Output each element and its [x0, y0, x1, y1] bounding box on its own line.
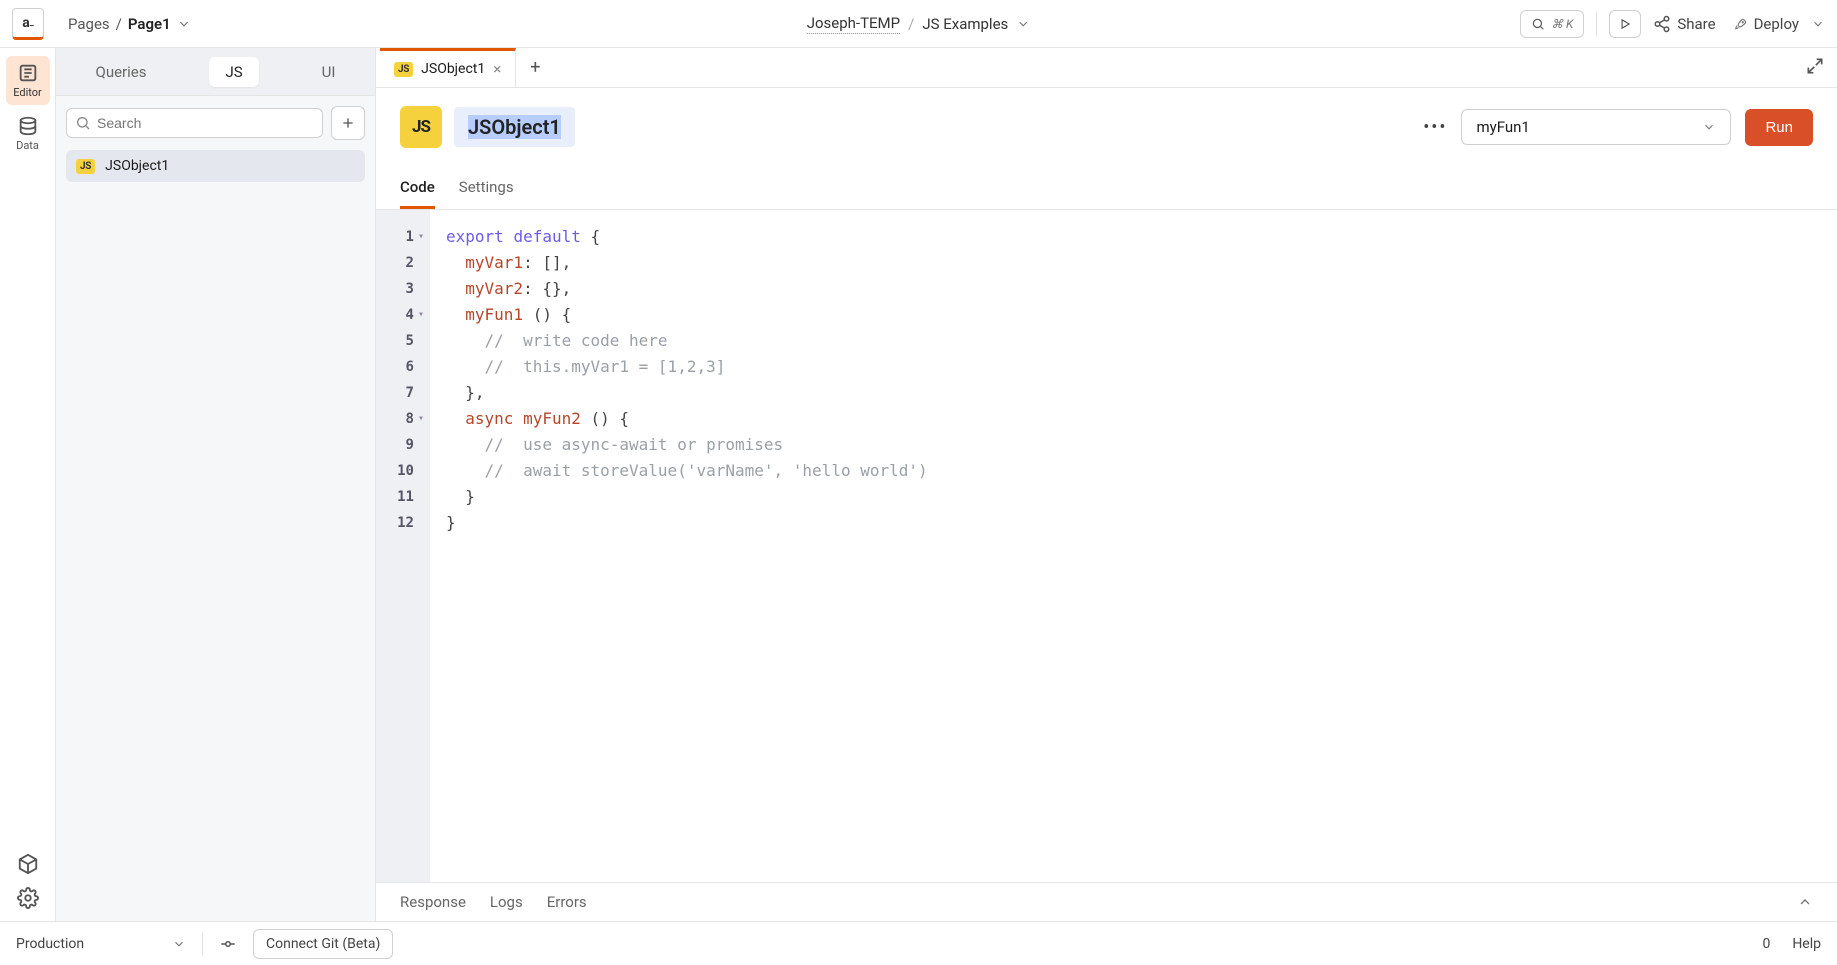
search-icon — [1531, 17, 1545, 31]
database-icon — [17, 115, 39, 137]
segment-js[interactable]: JS — [209, 57, 258, 87]
sidebar-panel: Queries JS UI JS JSObject1 — [56, 48, 376, 921]
divider — [202, 932, 203, 956]
search-box[interactable] — [66, 108, 323, 138]
code-gutter: 1▾2▾3▾4▾5▾6▾7▾8▾9▾10▾11▾12▾ — [376, 210, 430, 882]
preview-button[interactable] — [1609, 10, 1641, 38]
code-body[interactable]: export default { myVar1: [], myVar2: {},… — [430, 210, 944, 882]
editor-icon — [17, 62, 39, 84]
object-header: JS JSObject1 ••• myFun1 Run — [376, 88, 1837, 158]
chevron-up-icon[interactable] — [1797, 894, 1813, 910]
left-rail: Editor Data — [0, 48, 56, 921]
editor-tab[interactable]: JS JSObject1 × — [380, 48, 516, 87]
chevron-down-icon[interactable] — [1016, 17, 1030, 31]
rail-data-label: Data — [16, 139, 39, 152]
error-count[interactable]: 0 — [1756, 936, 1770, 952]
object-name-input[interactable]: JSObject1 — [454, 107, 575, 147]
breadcrumb-sep-2: / — [908, 15, 914, 33]
chevron-down-icon[interactable] — [177, 17, 191, 31]
bottom-panel: Response Logs Errors — [376, 882, 1837, 921]
status-bar: Production Connect Git (Beta) 0 Help — [0, 921, 1837, 965]
app-breadcrumb[interactable]: Joseph-TEMP / JS Examples — [807, 14, 1031, 34]
rail-editor-label: Editor — [13, 86, 42, 99]
error-count-value: 0 — [1762, 936, 1770, 952]
rail-tab-editor[interactable]: Editor — [6, 56, 50, 105]
divider — [1596, 12, 1597, 36]
share-label: Share — [1677, 15, 1715, 33]
bottom-tab-response[interactable]: Response — [400, 893, 466, 911]
function-selected-label: myFun1 — [1476, 118, 1529, 136]
connect-git-label: Connect Git (Beta) — [266, 936, 380, 952]
omnibar-button[interactable]: ⌘ K — [1520, 10, 1584, 38]
js-object-list: JS JSObject1 — [56, 150, 375, 182]
code-editor[interactable]: 1▾2▾3▾4▾5▾6▾7▾8▾9▾10▾11▾12▾ export defau… — [376, 210, 1837, 882]
js-badge-icon: JS — [394, 62, 413, 77]
git-commit-icon[interactable] — [219, 935, 237, 953]
rocket-icon — [1734, 17, 1748, 31]
sidebar-segment: Queries JS UI — [56, 48, 375, 96]
deploy-button[interactable]: Deploy — [1728, 15, 1825, 33]
object-subtabs: Code Settings — [376, 168, 1837, 210]
breadcrumb-sep: / — [116, 15, 122, 33]
environment-label: Production — [16, 936, 84, 952]
workspace-name[interactable]: Joseph-TEMP — [807, 14, 900, 34]
breadcrumb-page[interactable]: Page1 — [128, 15, 171, 33]
chevron-down-icon[interactable] — [1811, 17, 1825, 31]
subtab-code[interactable]: Code — [400, 168, 435, 209]
help-button[interactable]: Help — [1786, 936, 1821, 952]
segment-queries[interactable]: Queries — [80, 57, 163, 87]
chevron-down-icon — [172, 937, 186, 951]
environment-select[interactable]: Production — [16, 936, 186, 952]
maximize-icon[interactable] — [1805, 56, 1825, 76]
plus-icon — [340, 115, 356, 131]
bottom-tab-errors[interactable]: Errors — [547, 893, 587, 911]
gear-icon[interactable] — [17, 887, 39, 909]
share-button[interactable]: Share — [1653, 15, 1715, 33]
subtab-settings[interactable]: Settings — [459, 168, 514, 209]
app-logo[interactable]: a_ — [12, 8, 44, 40]
bottom-tab-logs[interactable]: Logs — [490, 893, 523, 911]
top-right-controls: ⌘ K Share Deploy — [1520, 10, 1825, 38]
list-item[interactable]: JS JSObject1 — [66, 150, 365, 182]
share-icon — [1653, 15, 1671, 33]
add-tab-button[interactable]: + — [516, 57, 554, 78]
omnibar-shortcut: ⌘ K — [1551, 17, 1573, 31]
help-label: Help — [1792, 936, 1821, 952]
breadcrumb-root[interactable]: Pages — [68, 15, 110, 33]
app-name[interactable]: JS Examples — [922, 15, 1008, 33]
deploy-label: Deploy — [1754, 15, 1799, 33]
close-icon[interactable]: × — [493, 60, 501, 78]
top-bar: a_ Pages / Page1 Joseph-TEMP / JS Exampl… — [0, 0, 1837, 48]
connect-git-button[interactable]: Connect Git (Beta) — [253, 929, 393, 959]
rail-tab-data[interactable]: Data — [6, 109, 50, 158]
list-item-label: JSObject1 — [105, 158, 169, 174]
breadcrumb[interactable]: Pages / Page1 — [68, 15, 191, 33]
function-select[interactable]: myFun1 — [1461, 109, 1731, 145]
more-menu-button[interactable]: ••• — [1423, 117, 1447, 138]
js-badge-icon: JS — [76, 159, 95, 174]
play-icon — [1618, 17, 1632, 31]
js-object-icon: JS — [400, 106, 442, 148]
add-js-button[interactable] — [331, 106, 365, 140]
search-input[interactable] — [97, 115, 314, 131]
editor-tabs: JS JSObject1 × + — [376, 48, 1837, 88]
segment-ui[interactable]: UI — [306, 57, 352, 87]
editor-tab-label: JSObject1 — [421, 61, 485, 77]
editor-area: JS JSObject1 × + JS JSObject1 ••• myFun1… — [376, 48, 1837, 921]
package-icon[interactable] — [17, 853, 39, 875]
run-button[interactable]: Run — [1745, 109, 1813, 146]
chevron-down-icon — [1702, 120, 1716, 134]
search-icon — [75, 115, 91, 131]
